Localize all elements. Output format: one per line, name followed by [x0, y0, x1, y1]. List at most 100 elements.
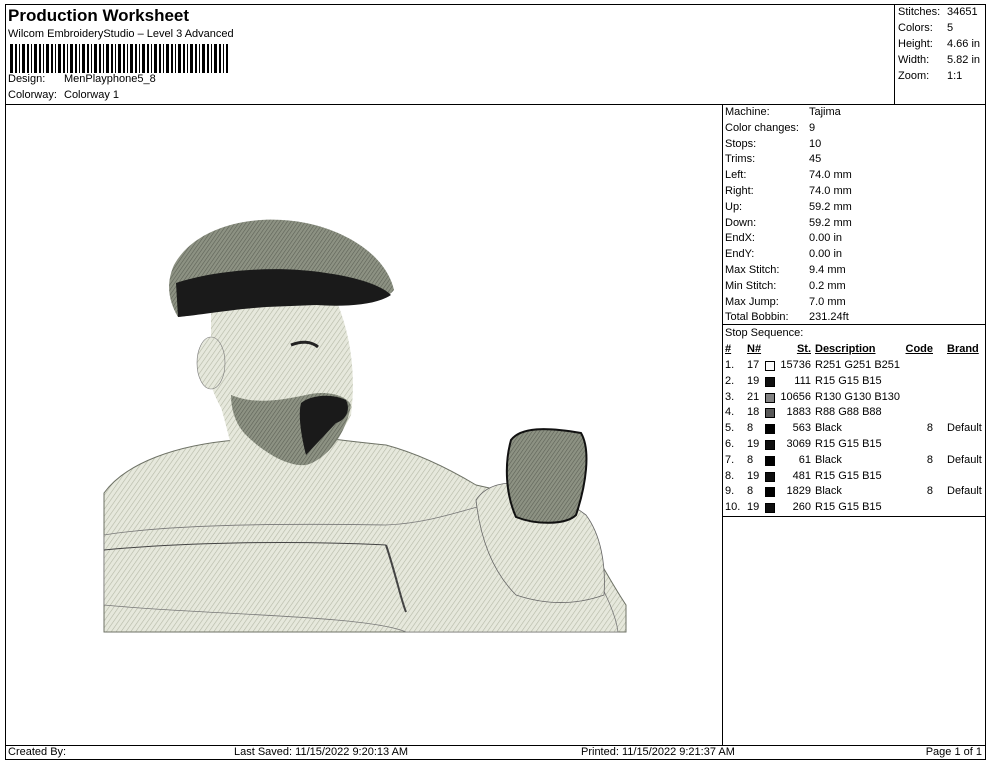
stop-description: Black — [815, 485, 842, 498]
width-label: Width: — [898, 54, 930, 66]
info-value: 0.2 mm — [809, 279, 846, 292]
zoom-value: 1:1 — [947, 70, 963, 82]
info-row: Stops: 10 — [725, 138, 821, 150]
stop-stitches: 3069 — [786, 438, 811, 450]
worksheet-frame: Production Worksheet Wilcom EmbroiderySt… — [5, 4, 986, 760]
page-title: Production Worksheet — [8, 6, 190, 25]
col-needle-header: N# — [747, 343, 762, 355]
stop-num: 5. — [725, 422, 735, 435]
color-swatch — [765, 487, 775, 498]
stop-needle: 19 — [747, 469, 760, 482]
stop-sequence-header: # N# St. Description Code Brand — [723, 343, 985, 359]
width-row: Width: 5.82 in — [898, 54, 980, 66]
stop-stitches: 481 — [792, 469, 811, 482]
stop-description: Black — [815, 453, 842, 466]
info-label: EndX: — [725, 232, 755, 245]
info-row: Right: 74.0 mm — [725, 185, 852, 197]
colors-row: Colors: 5 — [898, 22, 953, 34]
info-label: Total Bobbin: — [725, 311, 789, 324]
stop-stitches: 15736 — [780, 359, 811, 371]
stitches-value: 34651 — [947, 6, 978, 18]
stop-sequence-title: Stop Sequence: — [725, 327, 804, 339]
color-swatch — [765, 455, 775, 466]
info-row: EndX: 0.00 in — [725, 232, 842, 244]
table-row: 3. 21 10656 R130 G130 B130 — [723, 391, 985, 407]
info-row: Max Stitch: 9.4 mm — [725, 264, 846, 276]
info-label: Stops: — [725, 137, 757, 150]
info-value: 9.4 mm — [809, 264, 846, 276]
created-by: Created By: — [8, 746, 67, 758]
stop-stitches: 1883 — [786, 406, 811, 419]
colorway-label: Colorway: — [8, 89, 57, 101]
table-row: 10. 19 260 R15 G15 B15 — [723, 501, 985, 517]
info-value: 74.0 mm — [809, 185, 852, 197]
color-swatch — [765, 440, 775, 450]
stop-brand: Default — [947, 453, 982, 466]
color-swatch — [765, 408, 775, 419]
stop-description: R130 G130 B130 — [815, 390, 901, 403]
color-swatch — [765, 503, 775, 514]
col-brand-header: Brand — [947, 343, 979, 355]
stop-num: 7. — [725, 453, 735, 466]
design-label: Design: — [8, 73, 46, 85]
worksheet-footer: Created By: Last Saved: 11/15/2022 9:20:… — [6, 745, 985, 759]
stop-stitches: 563 — [792, 422, 811, 435]
stop-description: R251 G251 B251 — [815, 359, 901, 371]
stop-num: 4. — [725, 406, 735, 419]
info-label: Left: — [725, 169, 747, 182]
table-row: 1. 17 15736 R251 G251 B251 — [723, 359, 985, 375]
colors-value: 5 — [947, 22, 954, 34]
stop-needle: 8 — [747, 453, 754, 466]
stop-stitches: 260 — [792, 501, 811, 514]
info-label: Machine: — [725, 106, 770, 118]
stop-description: R88 G88 B88 — [815, 406, 882, 419]
stop-stitches: 10656 — [780, 390, 811, 403]
info-value: 9 — [809, 121, 816, 134]
stop-needle: 17 — [747, 359, 760, 371]
design-value: MenPlayphone5_8 — [64, 73, 156, 85]
info-row: Left: 74.0 mm — [725, 169, 852, 181]
stop-num: 10. — [725, 501, 741, 514]
stop-brand: Default — [947, 485, 982, 498]
col-stitches-header: St. — [796, 343, 811, 355]
last-saved: Last Saved: 11/15/2022 9:20:13 AM — [234, 746, 409, 758]
height-row: Height: 4.66 in — [898, 38, 980, 50]
info-label: Min Stitch: — [725, 279, 777, 292]
color-swatch — [765, 424, 775, 435]
table-row: 9. 8 1829 Black 8 Default — [723, 485, 985, 501]
stop-code: 8 — [926, 453, 933, 466]
info-label: Max Jump: — [725, 295, 779, 308]
height-label: Height: — [898, 38, 933, 50]
stop-num: 3. — [725, 390, 735, 403]
design-preview — [6, 105, 723, 745]
info-label: Right: — [725, 185, 754, 197]
info-row: Machine: Tajima — [725, 106, 841, 118]
zoom-label: Zoom: — [898, 70, 930, 82]
info-row: Down: 59.2 mm — [725, 217, 852, 229]
stop-num: 6. — [725, 438, 735, 450]
color-swatch — [765, 471, 775, 482]
printed-date: Printed: 11/15/2022 9:21:37 AM — [581, 746, 735, 758]
stop-description: R15 G15 B15 — [815, 374, 882, 387]
stop-needle: 19 — [747, 374, 760, 387]
stop-brand: Default — [947, 422, 982, 435]
table-row: 4. 18 1883 R88 G88 B88 — [723, 406, 985, 422]
info-value: 10 — [809, 137, 822, 150]
stop-sequence-table: # N# St. Description Code Brand 1. 17 1573… — [723, 343, 985, 517]
stop-needle: 19 — [747, 438, 760, 450]
info-row: Min Stitch: 0.2 mm — [725, 280, 846, 292]
info-row: EndY: 0.00 in — [725, 248, 842, 260]
info-row: Up: 59.2 mm — [725, 201, 852, 213]
color-swatch — [765, 376, 775, 387]
barcode-image — [10, 44, 228, 73]
info-value: 45 — [809, 153, 822, 166]
stop-stitches: 111 — [794, 374, 811, 387]
colorway-row: Colorway: Colorway 1 — [8, 89, 119, 101]
table-row: 5. 8 563 Black 8 Default — [723, 422, 985, 438]
col-num-header: # — [725, 343, 732, 355]
info-row: Color changes: 9 — [725, 122, 815, 134]
stop-needle: 8 — [747, 485, 754, 498]
info-value: 0.00 in — [809, 232, 843, 245]
stop-num: 8. — [725, 469, 735, 482]
col-description-header: Description — [815, 343, 876, 355]
